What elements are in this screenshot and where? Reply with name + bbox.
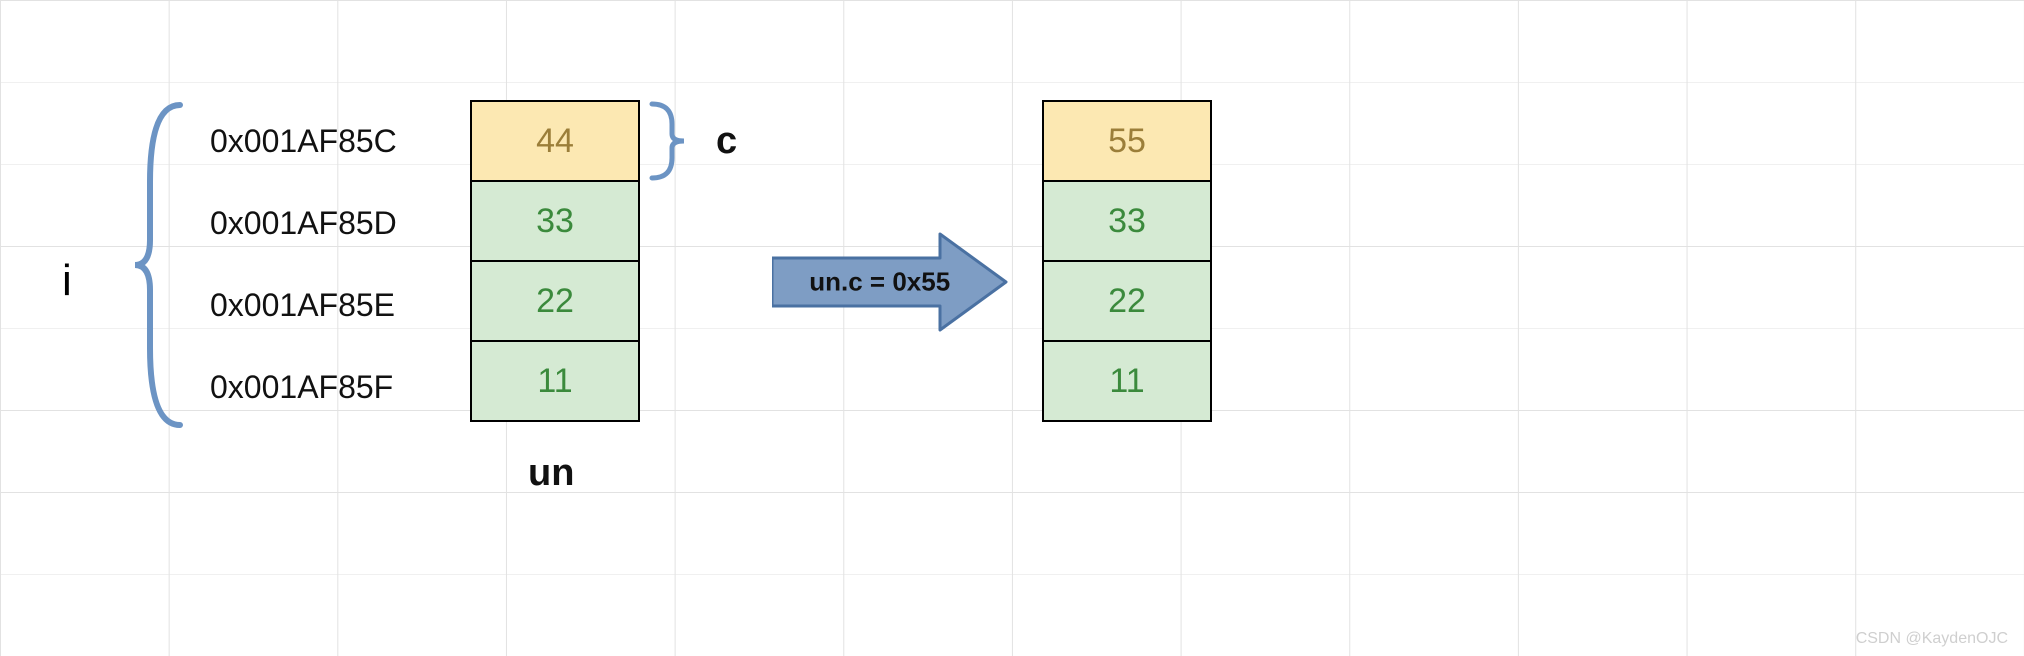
address-column: 0x001AF85C 0x001AF85D 0x001AF85E 0x001AF… (210, 100, 397, 428)
assignment-text: un.c = 0x55 (809, 267, 950, 298)
before-bytes: 44 33 22 11 (470, 100, 640, 422)
byte-cell: 11 (470, 340, 640, 422)
byte-cell: 22 (1042, 260, 1212, 342)
after-bytes: 55 33 22 11 (1042, 100, 1212, 422)
assignment-arrow-icon: un.c = 0x55 (772, 228, 1010, 336)
memory-address: 0x001AF85C (210, 100, 397, 182)
right-brace-icon (648, 100, 688, 182)
memory-address: 0x001AF85D (210, 182, 397, 264)
byte-cell: 33 (1042, 180, 1212, 262)
i-label: i (62, 256, 72, 306)
memory-address: 0x001AF85E (210, 264, 397, 346)
watermark: CSDN @KaydenOJC (1856, 630, 2008, 648)
un-label: un (528, 452, 574, 495)
memory-address: 0x001AF85F (210, 346, 397, 428)
byte-cell: 44 (470, 100, 640, 182)
byte-cell: 11 (1042, 340, 1212, 422)
left-brace-icon (130, 100, 190, 430)
byte-cell: 22 (470, 260, 640, 342)
c-label: c (716, 120, 737, 163)
byte-cell: 55 (1042, 100, 1212, 182)
byte-cell: 33 (470, 180, 640, 262)
